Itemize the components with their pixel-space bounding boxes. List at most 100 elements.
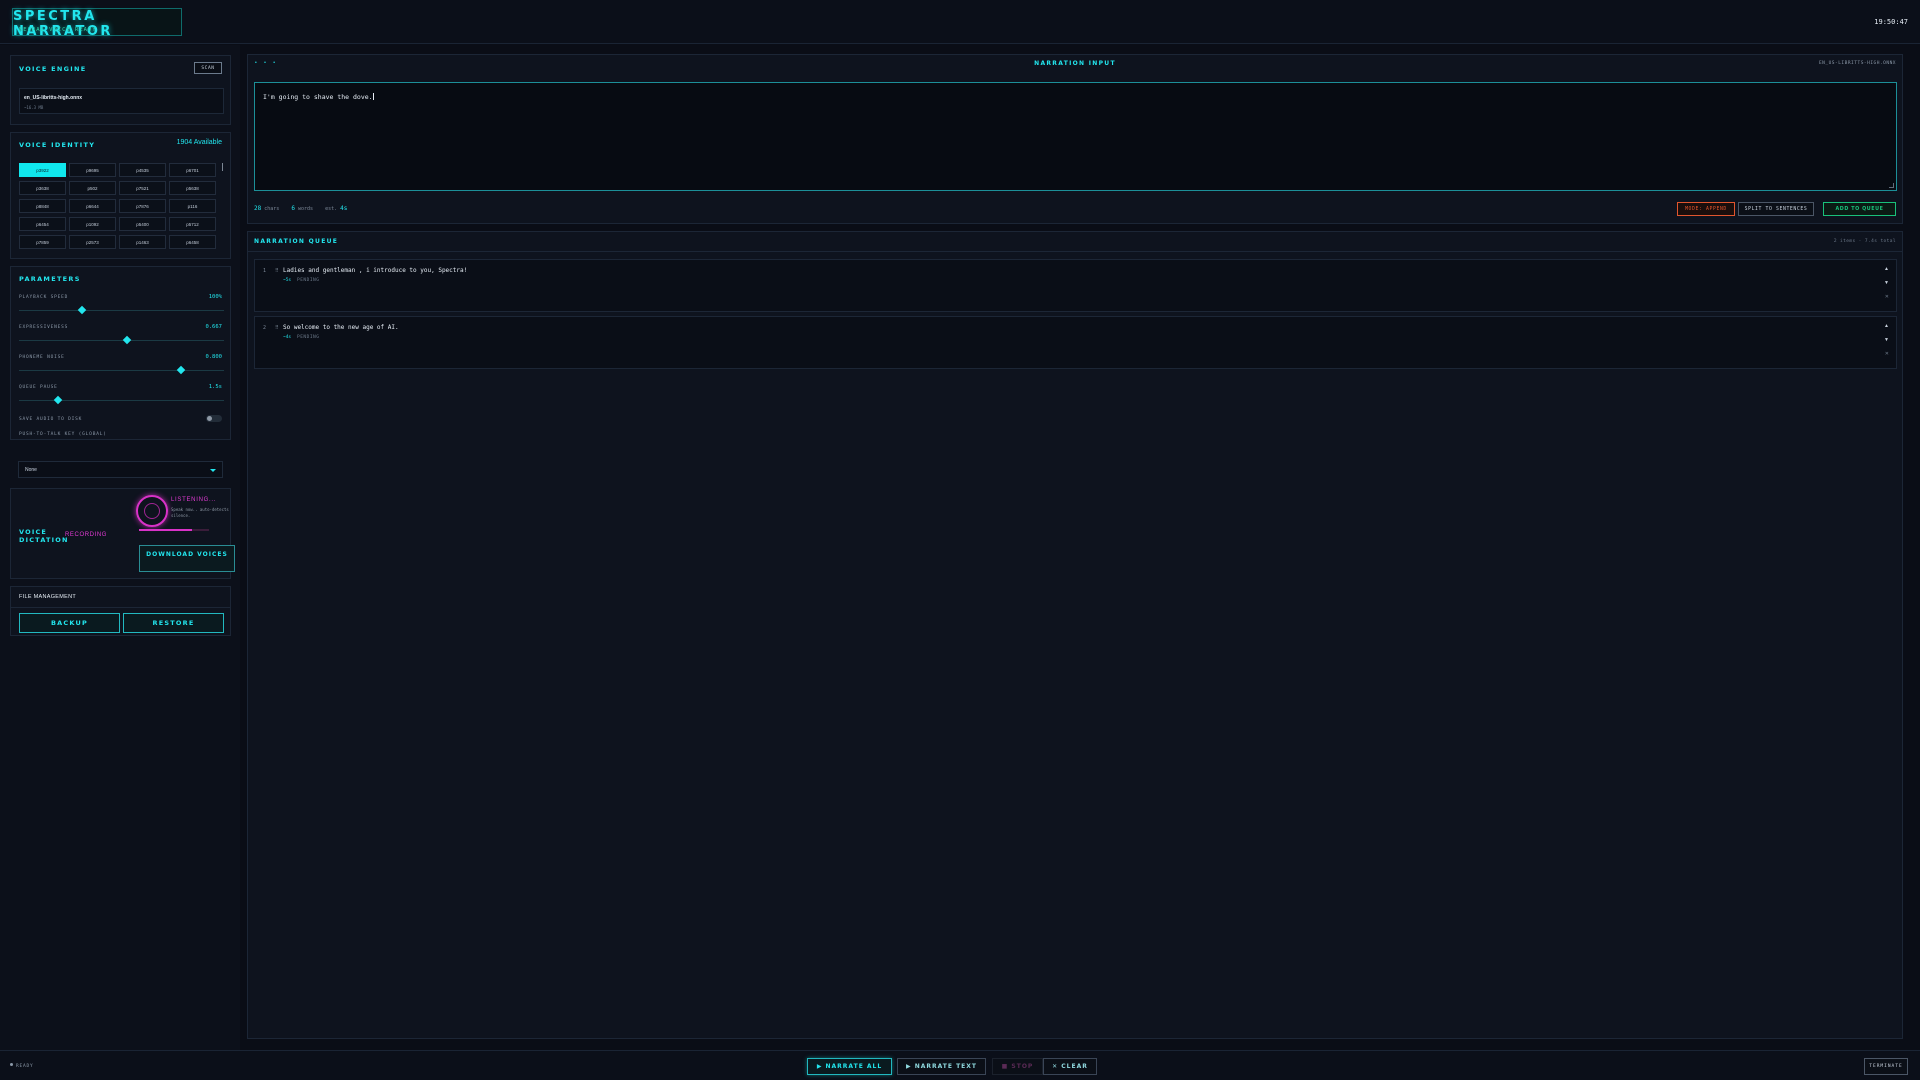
move-down-icon[interactable]: ▼ [1884,337,1889,343]
restore-button[interactable]: RESTORE [123,613,224,633]
download-voices-button[interactable]: DOWNLOAD VOICES [139,545,235,572]
queue-meta: 2 items · 7.4s total [1833,239,1896,244]
narrate-text-button[interactable]: ▶ NARRATE TEXT [897,1058,986,1075]
status-dot-icon [10,1063,13,1066]
voice-option[interactable]: p7521 [119,181,166,195]
app-subtitle: NEURAL VOICE READY [19,27,97,33]
divider [248,251,1902,252]
voice-option[interactable]: p7876 [119,199,166,213]
text-caret [372,93,374,100]
queue-item-status: PENDING [297,278,320,283]
queue-item-estimate: ~5s [283,278,292,283]
phoneme-noise-label: PHONEME NOISE [19,355,65,360]
phoneme-noise-thumb[interactable] [176,365,186,375]
clear-button[interactable]: ✕ CLEAR [1043,1058,1097,1075]
model-tag: EN_US-LIBRITTS-HIGH.ONNX [1818,61,1896,66]
move-up-icon[interactable]: ▲ [1884,266,1889,272]
queue-item[interactable]: 1 ⠿ Ladies and gentleman , i introduce to … [254,259,1897,312]
mic-inner-ring [144,503,160,519]
voice-grid: p3922 p9695 p4535 p6701 p3638 p502 p7521 p5638 p… [19,163,219,249]
narration-textarea[interactable]: I'm going to shave the dove. [254,82,1897,191]
ptt-key-value: None [25,467,37,473]
word-label: words [298,206,314,212]
status-text: READY [16,1064,34,1069]
remove-icon[interactable]: ✕ [1885,294,1889,300]
voice-option[interactable]: p3638 [19,181,66,195]
voice-option[interactable]: p5400 [119,217,166,231]
voice-option[interactable]: p2573 [69,235,116,249]
add-to-queue-button[interactable]: ADD TO QUEUE [1823,202,1896,216]
ptt-key-select[interactable]: None [18,461,223,478]
voice-option[interactable]: p6454 [19,217,66,231]
drag-handle-icon[interactable]: ⠿ [275,268,279,274]
playback-speed-thumb[interactable] [77,305,86,315]
narration-input-title: NARRATION INPUT [1034,60,1116,67]
save-audio-label: SAVE AUDIO TO DISK [19,417,83,422]
narration-queue-title: NARRATION QUEUE [254,238,339,245]
recording-status: RECORDING [65,532,108,538]
voice-option[interactable]: p3922 [19,163,66,177]
queue-pause-slider[interactable] [19,395,224,405]
voice-option[interactable]: p6701 [169,163,216,177]
app-title: SPECTRA NARRATOR [13,9,113,39]
resize-handle-icon[interactable] [1889,183,1894,188]
voice-option[interactable]: p1463 [119,235,166,249]
mic-record-icon[interactable] [136,495,168,527]
voice-option[interactable]: p7859 [19,235,66,249]
playback-speed-slider[interactable] [19,305,224,315]
move-up-icon[interactable]: ▲ [1884,323,1889,329]
expressiveness-label: EXPRESSIVENESS [19,325,69,330]
stop-button[interactable]: ■ STOP [992,1058,1043,1075]
voice-option[interactable]: p4535 [119,163,166,177]
playback-speed-value: 100% [208,294,222,300]
queue-item-number: 1 [263,268,267,274]
sidebar: VOICE ENGINE SCAN en_US-libritts-high.on… [0,45,240,1050]
voice-option[interactable]: p116 [169,199,216,213]
voice-engine-panel: VOICE ENGINE SCAN en_US-libritts-high.on… [10,55,231,125]
footer-bar: READY ▶ NARRATE ALL ▶ NARRATE TEXT ■ STO… [0,1050,1920,1080]
char-label: chars [264,206,280,212]
voice-option[interactable]: p6644 [69,199,116,213]
queue-pause-value: 1.5s [208,384,222,390]
voices-available-count: 1904 Available [176,139,222,146]
est-duration: 4s [340,205,348,212]
expressiveness-thumb[interactable] [123,335,132,345]
queue-item[interactable]: 2 ⠿ So welcome to the new age of AI. ~4s PEN… [254,316,1897,369]
backup-button[interactable]: BACKUP [19,613,120,633]
file-management-title: FILE MANAGEMENT [19,594,77,600]
app-root: SPECTRA NARRATOR NEURAL VOICE READY 19:5… [0,0,1920,1080]
voice-engine-title: VOICE ENGINE [19,65,87,73]
divider [11,607,230,608]
queue-item-text: Ladies and gentleman , i introduce to yo… [283,267,468,274]
drag-handle-icon[interactable]: ⠿ [275,325,279,331]
terminate-button[interactable]: TERMINATE [1864,1058,1908,1075]
move-down-icon[interactable]: ▼ [1884,280,1889,286]
engine-model-box[interactable]: en_US-libritts-high.onnx ~16.3 MB [19,88,224,114]
voice-option[interactable]: p5638 [169,181,216,195]
file-management-panel: FILE MANAGEMENT BACKUP RESTORE [10,586,231,636]
narration-input-panel: • • • NARRATION INPUT EN_US-LIBRITTS-HIG… [247,54,1903,224]
voice-option[interactable]: p502 [69,181,116,195]
split-sentences-button[interactable]: SPLIT TO SENTENCES [1738,202,1814,216]
voice-option[interactable]: p8848 [19,199,66,213]
narrate-all-button[interactable]: ▶ NARRATE ALL [807,1058,892,1075]
voice-identity-panel: VOICE IDENTITY 1904 Available p3922 p9695… [10,132,231,259]
mode-append-button[interactable]: MODE: APPEND [1677,202,1735,216]
remove-icon[interactable]: ✕ [1885,351,1889,357]
voice-option[interactable]: p9695 [69,163,116,177]
voice-grid-scrollbar[interactable] [222,163,223,171]
voice-option[interactable]: p6458 [169,235,216,249]
queue-pause-thumb[interactable] [53,395,63,405]
clock: 19:50:47 [1874,18,1908,26]
expressiveness-slider[interactable] [19,335,224,345]
phoneme-noise-slider[interactable] [19,365,224,375]
voice-option[interactable]: p5712 [169,217,216,231]
phoneme-noise-value: 0.800 [205,354,222,360]
queue-item-estimate: ~4s [283,335,292,340]
engine-model-name: en_US-libritts-high.onnx [24,95,83,101]
voice-dictation-title: VOICE DICTATION [19,528,69,544]
save-audio-toggle[interactable] [206,415,222,422]
scan-button[interactable]: SCAN [194,62,222,74]
voice-option[interactable]: p1092 [69,217,116,231]
chevron-down-icon [210,469,216,472]
